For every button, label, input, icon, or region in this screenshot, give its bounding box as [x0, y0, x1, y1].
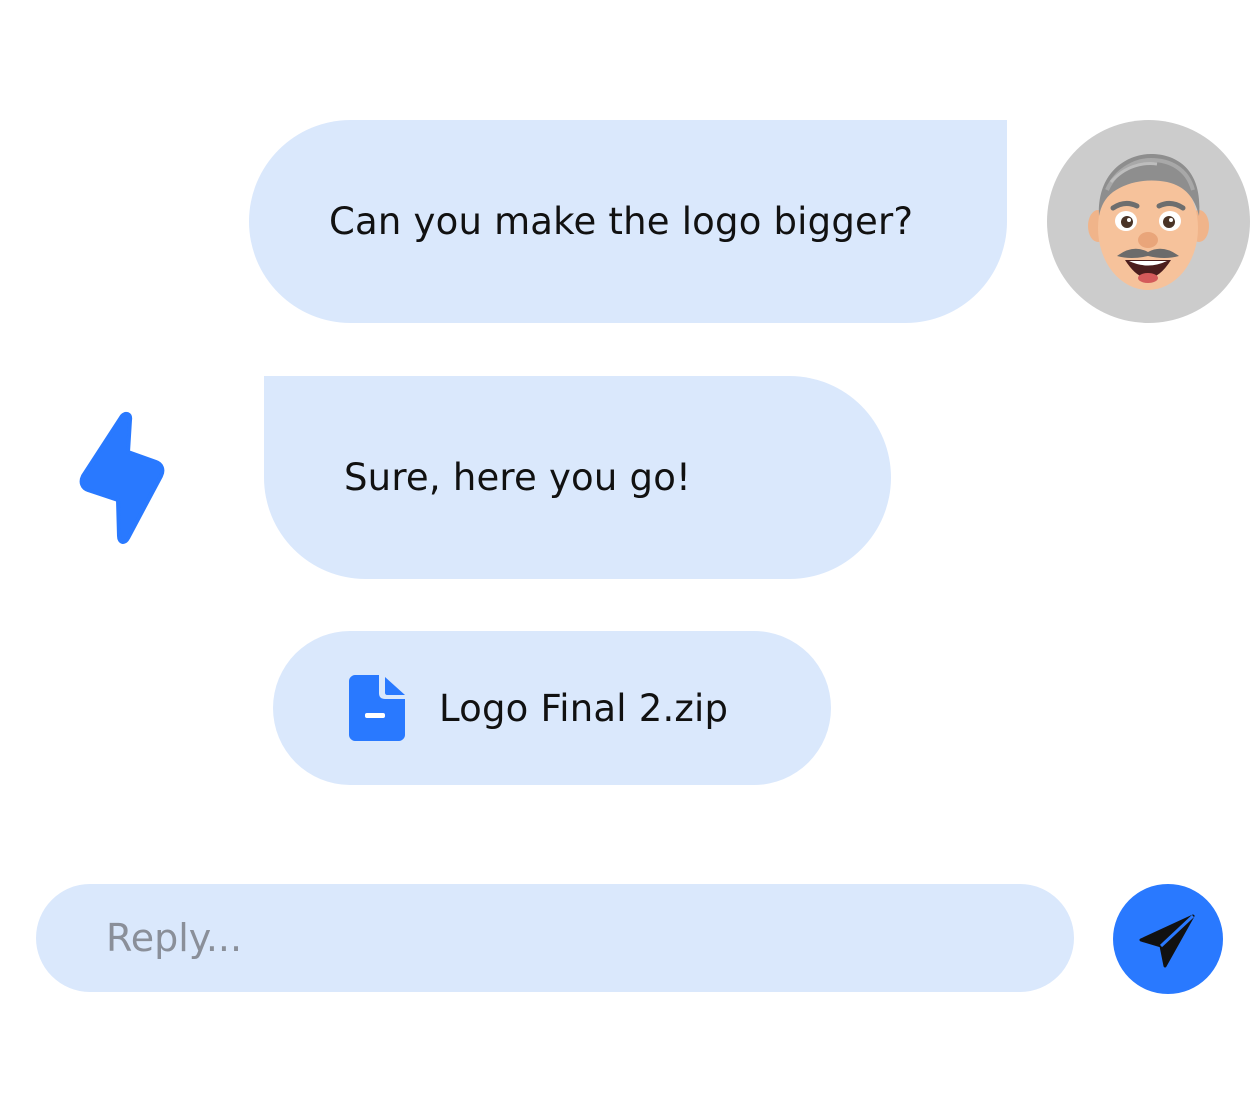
- file-icon: [349, 675, 405, 741]
- assistant-message-bubble: Sure, here you go!: [264, 376, 891, 579]
- user-message-bubble: Can you make the logo bigger?: [249, 120, 1007, 323]
- avatar-face-icon: [1088, 154, 1209, 290]
- reply-bar: [36, 884, 1074, 992]
- lightning-bolt-icon: [79, 411, 165, 544]
- attachment-filename: Logo Final 2.zip: [439, 686, 729, 730]
- reply-input[interactable]: [106, 916, 1006, 960]
- user-avatar[interactable]: [1047, 120, 1250, 323]
- paper-plane-icon: [1139, 914, 1195, 968]
- assistant-message-text: Sure, here you go!: [344, 456, 692, 499]
- assistant-avatar: [72, 408, 172, 548]
- file-attachment[interactable]: Logo Final 2.zip: [273, 631, 831, 785]
- send-button[interactable]: [1113, 884, 1223, 994]
- user-message-text: Can you make the logo bigger?: [329, 200, 914, 243]
